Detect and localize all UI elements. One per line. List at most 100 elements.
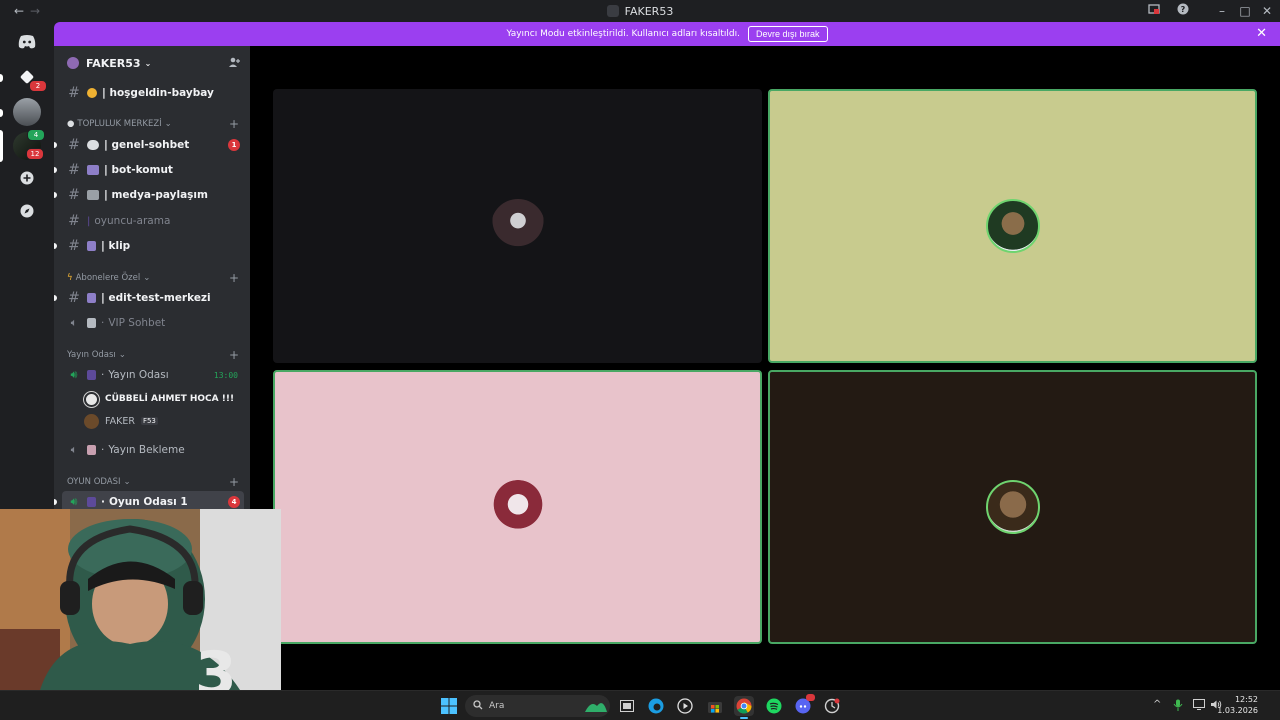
avatar (985, 480, 1040, 534)
channel-bot-komut[interactable]: # | bot-komut (54, 159, 244, 181)
webcam-feed: 3 (0, 509, 281, 690)
forward-arrow-icon[interactable]: → (28, 4, 42, 18)
channel-oyuncu-arama[interactable]: # | oyuncu-arama (62, 210, 244, 232)
unread-pill (0, 74, 3, 82)
channel-yayin-odasi[interactable]: 🔊︎ · Yayın Odası 13:00 (62, 364, 244, 386)
clock-date: 1.03.2026 (1217, 706, 1258, 715)
microphone-icon[interactable] (1173, 699, 1183, 714)
store-icon[interactable] (705, 696, 725, 716)
chevron-down-icon: ⌄ (118, 350, 126, 360)
participant-tile-speaking[interactable] (768, 89, 1257, 363)
channel-yayin-bekleme[interactable]: 🔈︎ · Yayın Bekleme (62, 439, 244, 461)
server-badge: 12 (26, 148, 44, 160)
unread-pill (54, 192, 57, 198)
channel-edit-test-merkezi[interactable]: # | edit-test-merkezi (54, 287, 244, 309)
channel-emoji-icon (87, 497, 96, 507)
film-icon (87, 293, 96, 303)
avatar (490, 480, 545, 534)
add-channel-icon[interactable]: + (229, 117, 239, 131)
task-view-icon[interactable] (617, 696, 637, 716)
category-topluluk[interactable]: ● TOPLULUK MERKEZİ ⌄ + (67, 117, 243, 131)
title-bar: ← → FAKER53 ? – □ ✕ (0, 0, 1280, 22)
server-header[interactable]: FAKER53 ⌄ (54, 46, 250, 80)
close-icon[interactable]: ✕ (1256, 27, 1267, 40)
chevron-down-icon: ⌄ (123, 477, 131, 487)
unread-pill (54, 243, 57, 249)
server-icon (67, 57, 79, 69)
add-channel-icon[interactable]: + (229, 271, 239, 285)
chrome-icon[interactable] (734, 696, 754, 719)
inbox-icon[interactable] (1146, 3, 1162, 19)
channel-genel-sohbet[interactable]: # | genel-sohbet 1 (54, 134, 244, 156)
windows-taskbar: Ara ^ 12:52 1.03.2026 (0, 690, 1280, 720)
participant-tile[interactable] (273, 89, 762, 363)
notification-badge-icon (806, 694, 815, 701)
separator-icon: | (87, 215, 91, 227)
hash-lock-icon: # (68, 290, 80, 306)
spotify-icon[interactable] (764, 696, 784, 716)
hash-icon: # (68, 137, 80, 153)
unread-pill (54, 167, 57, 173)
invite-people-icon[interactable] (228, 56, 240, 71)
channel-klip[interactable]: # | klip (54, 235, 244, 257)
add-channel-icon[interactable]: + (229, 475, 239, 489)
maximize-icon[interactable]: □ (1237, 3, 1253, 19)
window-title: FAKER53 (0, 0, 1280, 22)
add-server-icon[interactable] (13, 164, 41, 192)
speaker-active-icon: 🔊︎ (70, 495, 78, 508)
dm-server-icon[interactable]: 2 (13, 63, 47, 92)
participant-tile-speaking[interactable] (768, 370, 1257, 644)
hash-icon: # (68, 238, 80, 254)
participant-tile-speaking[interactable] (273, 370, 762, 644)
minimize-icon[interactable]: – (1214, 3, 1230, 19)
chevron-down-icon: ⌄ (144, 58, 152, 68)
server-avatar-faker53[interactable]: 4 12 (13, 129, 45, 160)
dot-separator: · (101, 317, 105, 329)
add-channel-icon[interactable]: + (229, 348, 239, 362)
system-clock[interactable]: 12:52 1.03.2026 (1217, 694, 1258, 716)
help-icon[interactable]: ? (1175, 3, 1191, 19)
voice-user[interactable]: FAKER F53 (84, 412, 158, 430)
voice-count-badge: 4 (27, 129, 45, 141)
mention-badge: 1 (228, 139, 240, 151)
category-yayin[interactable]: Yayın Odası ⌄ + (67, 348, 243, 362)
back-arrow-icon[interactable]: ← (12, 4, 26, 18)
lightning-icon: ϟ (67, 273, 73, 283)
clock-time: 12:52 (1234, 695, 1258, 704)
chevron-up-icon[interactable]: ^ (1153, 699, 1161, 710)
channel-medya-paylasim[interactable]: # | medya-paylaşım (54, 184, 244, 206)
discord-home-icon[interactable] (13, 28, 41, 56)
media-player-icon[interactable] (675, 696, 695, 716)
channel-hosgeldin[interactable]: # | hoşgeldin-baybay (62, 82, 244, 104)
clan-tag: F53 (140, 417, 158, 425)
disable-streamer-mode-button[interactable]: Devre dışı bırak (748, 26, 828, 42)
dot-separator: · (101, 444, 105, 456)
category-abone[interactable]: ϟ Abonelere Özel ⌄ + (67, 271, 243, 285)
discord-taskbar-icon[interactable] (793, 694, 815, 716)
app-icon[interactable] (822, 696, 842, 716)
channel-vip-sohbet[interactable]: 🔈︎ · VIP Sohbet (62, 312, 244, 334)
avatar (490, 199, 545, 253)
explore-icon[interactable] (13, 197, 41, 225)
display-icon[interactable] (1193, 699, 1205, 713)
streamer-mode-banner: Yayıncı Modu etkinleştirildi. Kullanıcı … (54, 22, 1280, 46)
edge-icon[interactable] (646, 696, 666, 716)
webcam-overlay: 3 (0, 509, 281, 690)
voice-user[interactable]: CÜBBELİ AHMET HOCA !!! (83, 390, 234, 408)
server-avatar-1[interactable] (13, 98, 41, 126)
close-window-icon[interactable]: ✕ (1259, 3, 1275, 19)
wave-icon (87, 88, 97, 98)
dot-separator: · (101, 496, 105, 508)
speaker-icon: 🔈︎ (70, 316, 78, 329)
banner-message: Yayıncı Modu etkinleştirildi. Kullanıcı … (506, 29, 741, 39)
speech-bubble-icon (87, 140, 99, 150)
start-icon[interactable] (439, 696, 459, 716)
selected-pill (0, 130, 3, 162)
speaker-active-icon: 🔊︎ (70, 368, 78, 381)
member-count-badge: 4 (228, 496, 240, 508)
channel-emoji-icon (87, 445, 96, 455)
avatar (84, 413, 99, 429)
category-oyun[interactable]: OYUN ODASI ⌄ + (67, 475, 243, 489)
chevron-down-icon: ⌄ (143, 273, 151, 283)
server-icon (606, 5, 619, 17)
